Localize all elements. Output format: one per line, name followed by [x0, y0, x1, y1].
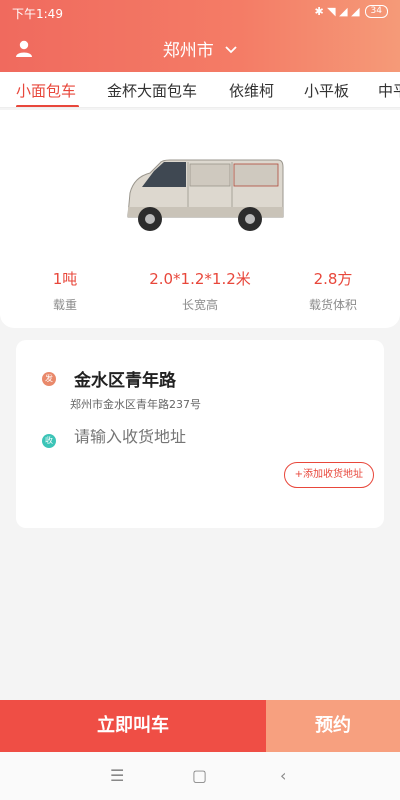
spec-volume-label: 载货体积 [308, 298, 357, 312]
delivery-badge: 收 [42, 434, 56, 448]
app-header: 下午1:49 ✱ ◥ ◢ ◢ 34 郑州市 [0, 0, 400, 72]
system-nav-bar: ☰ ▢ ‹ [0, 752, 400, 800]
status-bar: 下午1:49 ✱ ◥ ◢ ◢ 34 [0, 0, 400, 26]
delivery-address-input[interactable] [74, 429, 324, 447]
status-time: 下午1:49 [12, 7, 63, 21]
tab-small-flatbed[interactable]: 小平板 [304, 80, 349, 101]
spec-load: 1吨 载重 [10, 268, 120, 313]
signal-icons: ✱ ◥ ◢ ◢ [314, 5, 360, 18]
tab-small-van[interactable]: 小面包车 [16, 80, 76, 101]
vehicle-card: 1吨 载重 2.0*1.2*1.2米 长宽高 2.8方 载货体积 [0, 110, 400, 328]
city-label: 郑州市 [162, 41, 214, 61]
status-icons: ✱ ◥ ◢ ◢ 34 [314, 5, 388, 18]
spec-dimensions: 2.0*1.2*1.2米 长宽高 [145, 268, 255, 313]
pickup-address-detail[interactable]: 郑州市金水区青年路237号 [70, 396, 201, 412]
pickup-badge: 发 [42, 372, 56, 386]
back-icon[interactable]: ‹ [280, 766, 286, 785]
spec-volume-value: 2.8方 [313, 270, 353, 288]
reserve-button[interactable]: 预约 [266, 700, 400, 752]
home-icon[interactable]: ▢ [192, 766, 207, 785]
spec-dimensions-value: 2.0*1.2*1.2米 [149, 270, 251, 288]
call-now-button[interactable]: 立即叫车 [0, 700, 266, 752]
chevron-down-icon [225, 39, 237, 59]
spec-dimensions-label: 长宽高 [181, 298, 218, 312]
tab-medium-flatbed[interactable]: 中平 [378, 80, 400, 101]
spec-volume: 2.8方 载货体积 [278, 268, 388, 313]
menu-icon[interactable]: ☰ [110, 766, 124, 785]
add-delivery-address-button[interactable]: +添加收货地址 [283, 462, 374, 488]
spec-load-value: 1吨 [52, 270, 78, 288]
spec-load-label: 载重 [52, 298, 77, 312]
address-card: 发 金水区青年路 郑州市金水区青年路237号 收 +添加收货地址 [16, 340, 384, 528]
vehicle-tabs: 小面包车 金杯大面包车 依维柯 小平板 中平 [0, 72, 400, 108]
city-selector[interactable]: 郑州市 [0, 36, 400, 61]
pickup-address-title[interactable]: 金水区青年路 [74, 366, 176, 391]
van-image [127, 159, 284, 231]
battery-icon: 34 [364, 5, 388, 18]
tab-iveco[interactable]: 依维柯 [229, 80, 274, 101]
tab-jinbei-van[interactable]: 金杯大面包车 [107, 80, 197, 101]
active-tab-indicator [16, 105, 79, 107]
